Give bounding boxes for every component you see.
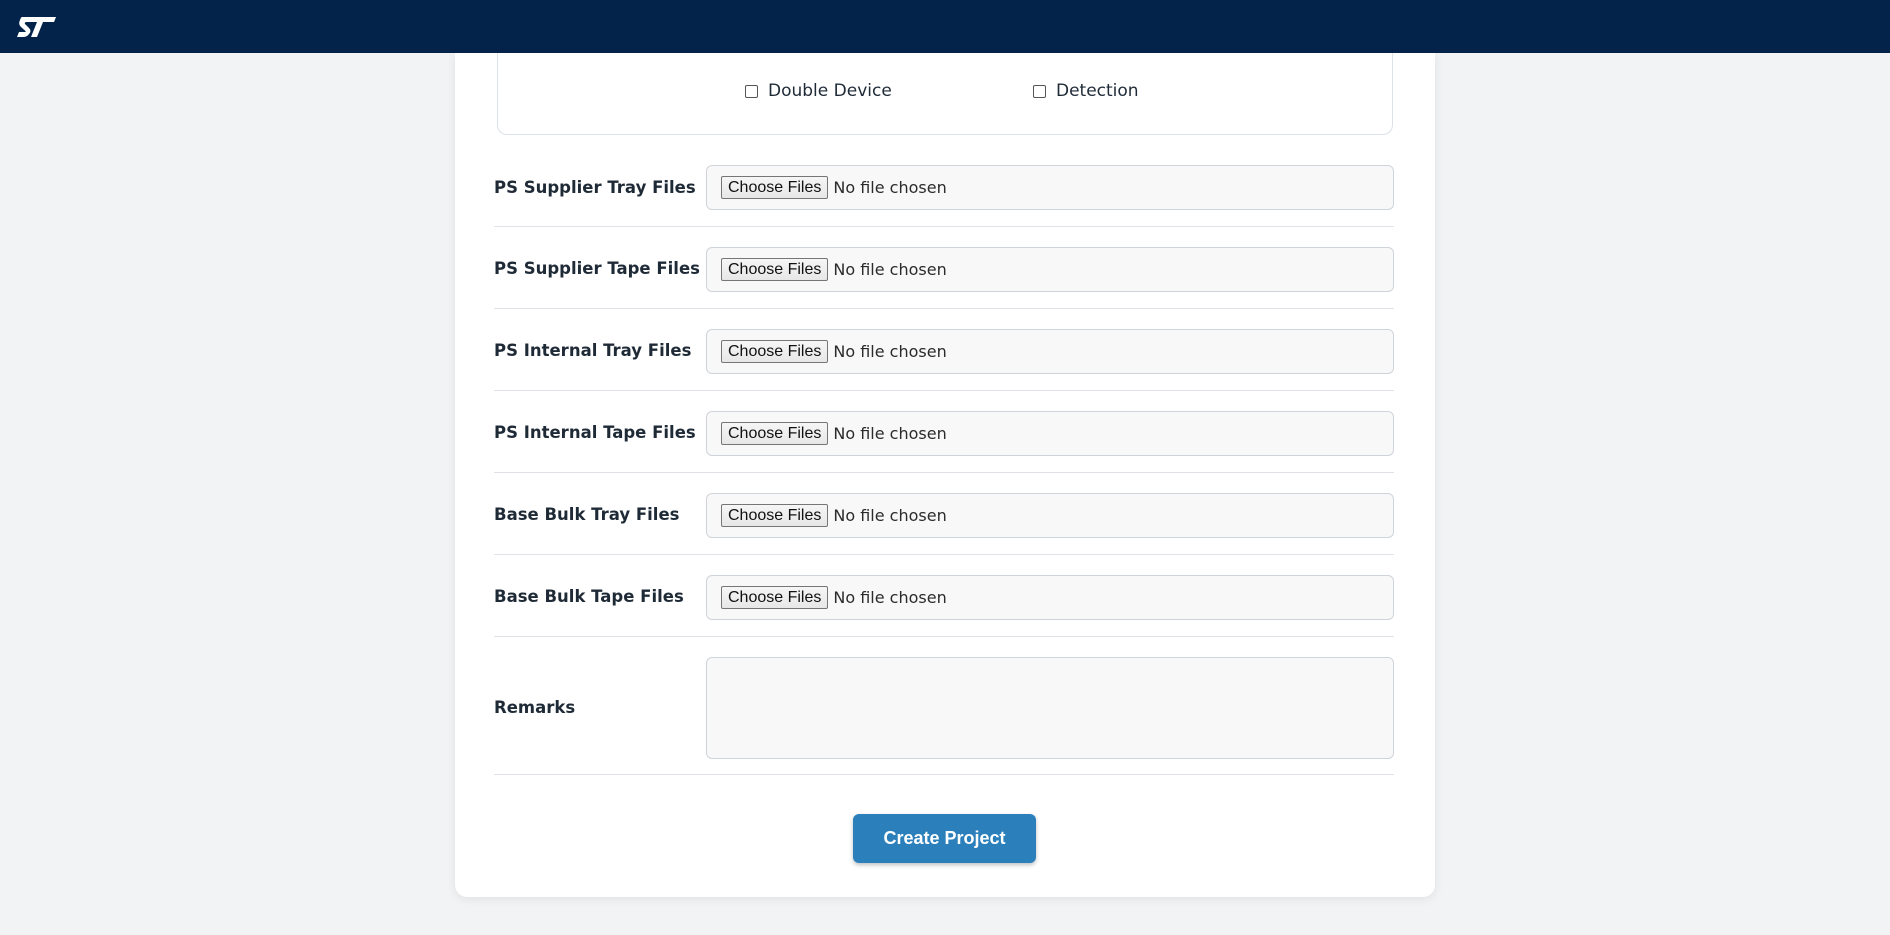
choose-files-button[interactable]: Choose Files bbox=[721, 504, 829, 527]
file-status: No file chosen bbox=[833, 178, 947, 197]
ps-internal-tray-label: PS Internal Tray Files bbox=[494, 341, 692, 360]
double-device-label: Double Device bbox=[768, 81, 892, 101]
double-device-checkbox[interactable] bbox=[745, 84, 758, 98]
remarks-textarea[interactable] bbox=[706, 657, 1394, 759]
base-bulk-tray-label: Base Bulk Tray Files bbox=[494, 505, 680, 524]
base-bulk-tape-label: Base Bulk Tape Files bbox=[494, 587, 684, 606]
detection-label: Detection bbox=[1056, 81, 1139, 101]
ps-supplier-tray-row: PS Supplier Tray Files Choose Files No f… bbox=[494, 154, 1394, 227]
create-project-button[interactable]: Create Project bbox=[853, 814, 1036, 863]
ps-supplier-tray-label: PS Supplier Tray Files bbox=[494, 178, 696, 197]
choose-files-button[interactable]: Choose Files bbox=[721, 340, 829, 363]
base-bulk-tape-row: Base Bulk Tape Files Choose Files No fil… bbox=[494, 555, 1394, 637]
double-device-option[interactable]: Double Device bbox=[745, 81, 892, 101]
choose-files-button[interactable]: Choose Files bbox=[721, 176, 829, 199]
file-status: No file chosen bbox=[833, 506, 947, 525]
ps-internal-tape-row: PS Internal Tape Files Choose Files No f… bbox=[494, 391, 1394, 473]
choose-files-button[interactable]: Choose Files bbox=[721, 422, 829, 445]
ps-internal-tape-label: PS Internal Tape Files bbox=[494, 423, 696, 442]
file-status: No file chosen bbox=[833, 588, 947, 607]
st-logo-icon[interactable] bbox=[16, 14, 58, 40]
ps-supplier-tape-row: PS Supplier Tape Files Choose Files No f… bbox=[494, 227, 1394, 309]
ps-supplier-tape-label: PS Supplier Tape Files bbox=[494, 259, 700, 278]
base-bulk-tray-row: Base Bulk Tray Files Choose Files No fil… bbox=[494, 473, 1394, 555]
file-status: No file chosen bbox=[833, 424, 947, 443]
base-bulk-tape-file-input[interactable]: Choose Files No file chosen bbox=[706, 575, 1394, 620]
options-panel: Double Device Detection bbox=[497, 53, 1393, 135]
create-project-form: Double Device Detection PS Supplier Tray… bbox=[455, 53, 1435, 897]
detection-option[interactable]: Detection bbox=[1033, 81, 1139, 101]
ps-internal-tape-file-input[interactable]: Choose Files No file chosen bbox=[706, 411, 1394, 456]
ps-supplier-tray-file-input[interactable]: Choose Files No file chosen bbox=[706, 165, 1394, 210]
file-status: No file chosen bbox=[833, 342, 947, 361]
choose-files-button[interactable]: Choose Files bbox=[721, 586, 829, 609]
top-navbar bbox=[0, 0, 1890, 53]
remarks-row: Remarks bbox=[494, 637, 1394, 775]
ps-supplier-tape-file-input[interactable]: Choose Files No file chosen bbox=[706, 247, 1394, 292]
base-bulk-tray-file-input[interactable]: Choose Files No file chosen bbox=[706, 493, 1394, 538]
file-status: No file chosen bbox=[833, 260, 947, 279]
remarks-label: Remarks bbox=[494, 698, 576, 717]
ps-internal-tray-file-input[interactable]: Choose Files No file chosen bbox=[706, 329, 1394, 374]
choose-files-button[interactable]: Choose Files bbox=[721, 258, 829, 281]
detection-checkbox[interactable] bbox=[1033, 84, 1046, 98]
ps-internal-tray-row: PS Internal Tray Files Choose Files No f… bbox=[494, 309, 1394, 391]
